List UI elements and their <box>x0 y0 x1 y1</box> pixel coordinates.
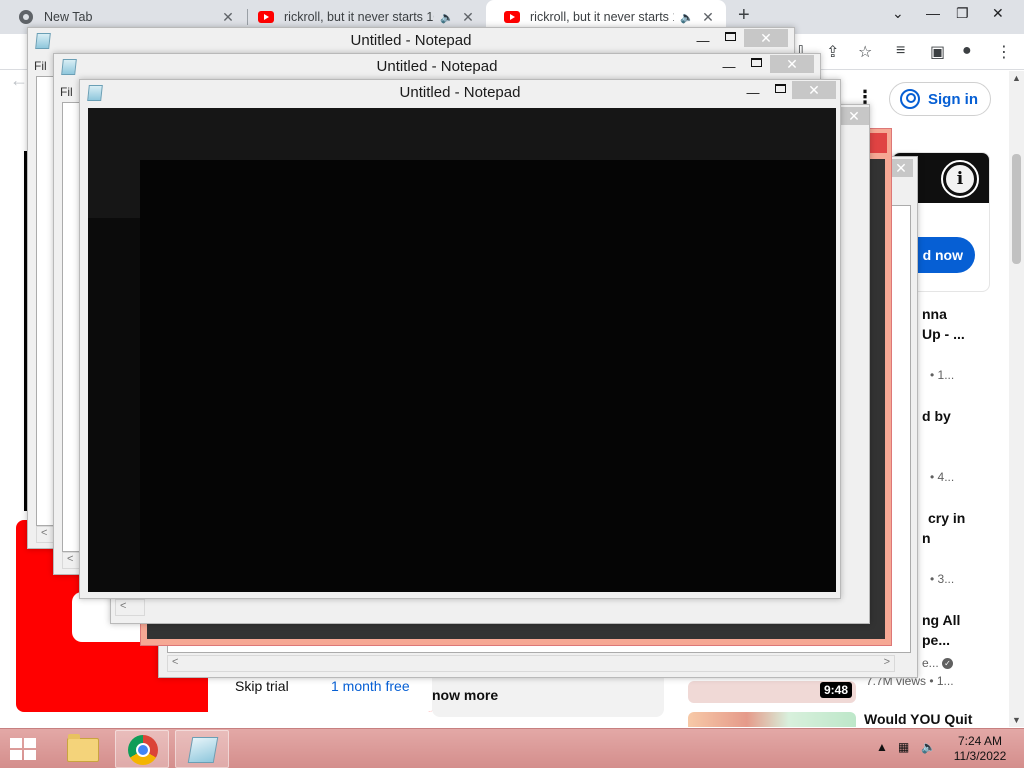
chrome-icon <box>19 10 33 24</box>
start-button[interactable] <box>10 738 37 760</box>
rec-meta: e... ✓ <box>922 656 954 670</box>
scroll-up-icon[interactable]: ▲ <box>1012 73 1021 83</box>
sign-in-label: Sign in <box>928 90 978 108</box>
page-scrollbar[interactable]: ▲ ▼ <box>1009 71 1024 727</box>
maximize-button[interactable] <box>751 58 762 67</box>
rec-title[interactable]: ng All <box>922 610 960 630</box>
notepad-titlebar[interactable]: Untitled - Notepad — ✕ <box>80 80 840 106</box>
rec-title[interactable]: Up - ... <box>922 324 965 344</box>
windows-logo-icon <box>24 738 36 748</box>
scroll-left-icon[interactable]: < <box>172 656 178 668</box>
notepad-hscroll[interactable]: < > <box>167 655 895 672</box>
youtube-icon <box>258 11 274 23</box>
windows-logo-icon <box>10 750 22 760</box>
skip-trial-button[interactable]: Skip trial <box>235 678 289 694</box>
notepad-titlebar[interactable]: Untitled - Notepad — ✕ <box>28 28 794 54</box>
notepad-close-button[interactable]: ✕ <box>839 107 869 125</box>
windows-logo-icon <box>24 750 36 760</box>
notepad-title: Untitled - Notepad <box>376 58 498 75</box>
youtube-icon <box>504 11 520 23</box>
black-inner <box>140 160 836 592</box>
info-icon[interactable]: i <box>941 160 979 198</box>
scroll-thumb[interactable] <box>1012 154 1021 264</box>
file-menu[interactable]: Fil <box>60 85 73 99</box>
notepad-close-button[interactable]: ✕ <box>744 29 788 47</box>
bookmark-star-icon[interactable]: ☆ <box>858 42 872 62</box>
system-clock[interactable]: 7:24 AM 11/3/2022 <box>950 734 1010 764</box>
rec-title[interactable]: cry in <box>928 508 965 528</box>
verified-icon: ✓ <box>942 658 954 670</box>
tab-close-icon[interactable]: ✕ <box>220 9 236 26</box>
notepad-titlebar[interactable]: Untitled - Notepad — ✕ <box>54 54 820 80</box>
video-thumbnail[interactable] <box>688 712 856 727</box>
chrome-icon <box>128 735 158 765</box>
rec-title[interactable]: nna <box>922 304 947 324</box>
folder-icon <box>67 734 99 762</box>
share-icon[interactable]: ⇪ <box>826 42 839 62</box>
video-thumbnail[interactable]: 9:48 <box>688 681 856 703</box>
rec-title[interactable]: pe... <box>922 630 950 650</box>
taskbar-chrome[interactable] <box>115 730 169 768</box>
channel-name: e... <box>922 656 939 670</box>
notepad-hscroll[interactable]: < <box>115 599 145 616</box>
notepad-close-button[interactable]: ✕ <box>770 55 814 73</box>
notepad-title: Untitled - Notepad <box>350 32 472 49</box>
maximize-button[interactable] <box>725 32 736 41</box>
rec-title[interactable]: d by <box>922 406 951 426</box>
minimize-button[interactable]: — <box>718 59 740 74</box>
minimize-icon[interactable]: — <box>926 5 940 21</box>
profile-icon[interactable]: ● <box>962 42 972 60</box>
rec-meta: • 1... <box>930 368 955 382</box>
maximize-button[interactable] <box>775 84 786 93</box>
back-arrow-icon[interactable]: ← <box>10 70 28 91</box>
rec-meta: • 4... <box>930 470 955 484</box>
clock-time: 7:24 AM <box>957 734 1003 748</box>
taskbar-file-explorer[interactable] <box>55 730 109 768</box>
scroll-down-icon[interactable]: ▼ <box>1012 715 1021 725</box>
video-duration: 9:48 <box>819 682 852 698</box>
speaker-icon[interactable]: 🔈 <box>440 11 454 24</box>
month-free-button[interactable]: 1 month free <box>331 678 410 694</box>
notepad-title: Untitled - Notepad <box>399 84 521 101</box>
tab-title: rickroll, but it never starts 10 <box>530 10 675 24</box>
close-window-icon[interactable]: ✕ <box>992 5 1004 22</box>
new-tab-button[interactable]: + <box>738 4 750 27</box>
scroll-left-icon[interactable]: < <box>120 600 126 612</box>
windows-taskbar: ▲ ▦ 🔈 7:24 AM 11/3/2022 <box>0 728 1024 768</box>
rec-title[interactable]: n <box>922 528 931 548</box>
clock-date: 11/3/2022 <box>953 749 1007 763</box>
tray-overflow-icon[interactable]: ▲ <box>876 740 888 754</box>
show-more-button[interactable]: now more <box>432 687 498 703</box>
rec-meta: • 3... <box>930 572 955 586</box>
minimize-button[interactable]: — <box>692 33 714 48</box>
black-content-overlay <box>88 108 836 592</box>
taskbar-notepad[interactable] <box>175 730 229 768</box>
network-icon[interactable]: ▦ <box>898 740 909 754</box>
file-menu[interactable]: Fil <box>34 59 47 73</box>
scroll-left-icon[interactable]: < <box>67 553 73 565</box>
tab-search-chevron-icon[interactable]: ⌄ <box>892 5 904 22</box>
notepad-icon <box>187 737 219 763</box>
notepad-close-button[interactable]: ✕ <box>792 81 836 99</box>
windows-logo-icon <box>10 738 22 748</box>
scroll-left-icon[interactable]: < <box>41 527 47 539</box>
side-panel-icon[interactable]: ▣ <box>930 42 945 62</box>
tab-close-icon[interactable]: ✕ <box>700 9 716 26</box>
restore-icon[interactable]: ❐ <box>956 5 969 22</box>
minimize-button[interactable]: — <box>742 85 764 100</box>
notepad-close-button[interactable]: ✕ <box>889 159 913 177</box>
sign-in-button[interactable]: Sign in <box>889 82 991 116</box>
rec-title[interactable]: Would YOU Quit <box>864 711 972 727</box>
tab-title: New Tab <box>44 10 93 24</box>
browser-menu-icon[interactable]: ⋮ <box>996 42 1012 62</box>
tab-title: rickroll, but it never starts 10 <box>284 10 435 24</box>
tab-close-icon[interactable]: ✕ <box>460 9 476 26</box>
speaker-icon[interactable]: 🔈 <box>680 11 694 24</box>
scroll-right-icon[interactable]: > <box>884 656 890 668</box>
media-control-icon[interactable]: ≡ <box>896 42 905 60</box>
user-icon <box>900 89 920 109</box>
volume-icon[interactable]: 🔈 <box>921 740 936 754</box>
